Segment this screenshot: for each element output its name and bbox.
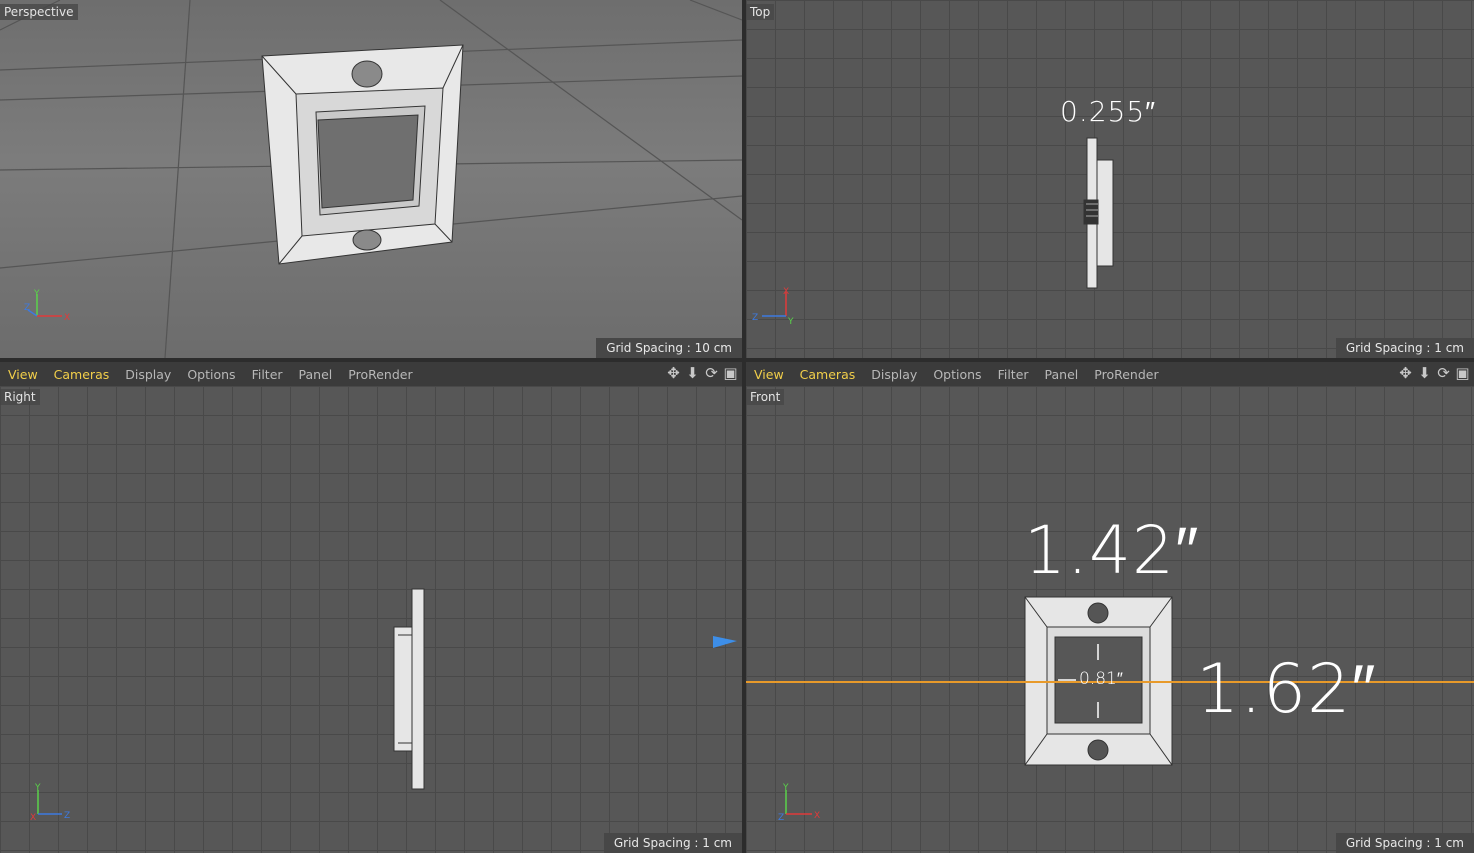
menu-panel[interactable]: Panel — [1045, 367, 1079, 382]
grid-spacing-top: Grid Spacing : 1 cm — [1335, 338, 1474, 358]
axis-z-label: Z — [752, 313, 758, 323]
menu-options[interactable]: Options — [187, 367, 235, 382]
menu-filter[interactable]: Filter — [252, 367, 283, 382]
axis-y-label: Y — [782, 783, 789, 793]
axis-x-label: X — [64, 313, 70, 323]
viewport-menubar-front: View Cameras Display Options Filter Pane… — [746, 362, 1474, 387]
frame-object-perspective — [261, 44, 464, 265]
menu-prorender[interactable]: ProRender — [348, 367, 412, 382]
top-scene — [1083, 137, 1114, 289]
rotate-icon[interactable]: ⟳ — [1436, 365, 1451, 382]
right-viewport[interactable]: Y Z X Right Grid Spacing : 1 cm — [0, 386, 742, 853]
axis-gizmo-perspective: Y X Z — [24, 289, 70, 323]
grid-spacing-perspective: Grid Spacing : 10 cm — [596, 338, 742, 358]
menu-panel[interactable]: Panel — [299, 367, 333, 382]
front-viewport-panel: View Cameras Display Options Filter Pane… — [746, 362, 1474, 853]
axis-z-label: Z — [778, 813, 784, 823]
right-viewport-panel: View Cameras Display Options Filter Pane… — [0, 362, 742, 853]
zoom-icon[interactable]: ⬇ — [685, 365, 700, 382]
menu-view[interactable]: View — [8, 367, 38, 382]
grid-spacing-front: Grid Spacing : 1 cm — [1335, 833, 1474, 853]
menu-display[interactable]: Display — [125, 367, 171, 382]
menu-cameras[interactable]: Cameras — [54, 367, 110, 382]
move-icon[interactable]: ✥ — [666, 365, 681, 382]
perspective-viewport[interactable]: Y X Z Perspective Grid Spacing : 10 cm — [0, 0, 742, 358]
rotate-icon[interactable]: ⟳ — [704, 365, 719, 382]
axis-gizmo-front: Y X Z — [778, 783, 820, 823]
frame-object-top — [1083, 137, 1114, 289]
perspective-scene — [0, 0, 742, 358]
menu-display[interactable]: Display — [871, 367, 917, 382]
axis-z-label: Z — [64, 811, 70, 821]
right-scene — [393, 588, 737, 790]
axis-y-label: Y — [33, 289, 40, 299]
viewport-label-perspective: Perspective — [0, 4, 78, 20]
zoom-icon[interactable]: ⬇ — [1417, 365, 1432, 382]
viewport-label-top: Top — [746, 4, 775, 20]
dimension-depth-label: 0.255″ — [1060, 95, 1157, 128]
viewport-menubar-right: View Cameras Display Options Filter Pane… — [0, 362, 742, 387]
menu-cameras[interactable]: Cameras — [800, 367, 856, 382]
menu-view[interactable]: View — [754, 367, 784, 382]
menu-options[interactable]: Options — [933, 367, 981, 382]
viewport-label-right: Right — [0, 389, 40, 405]
axis-x-label: X — [783, 287, 789, 297]
menu-filter[interactable]: Filter — [998, 367, 1029, 382]
axis-gizmo-top: X Z Y — [752, 287, 794, 326]
frame-object-right — [393, 588, 425, 790]
axis-y-label: Y — [34, 783, 41, 793]
grid-spacing-right: Grid Spacing : 1 cm — [603, 833, 742, 853]
viewport-label-front: Front — [746, 389, 785, 405]
dimension-height-label: 1.62″ — [1196, 650, 1377, 729]
nav-icons-front: ✥ ⬇ ⟳ ▣ — [1398, 365, 1470, 382]
camera-direction-marker — [713, 636, 737, 648]
dimension-inner-label: 0.81″ — [1079, 669, 1123, 689]
axis-y-label: Y — [787, 317, 794, 326]
maximize-icon[interactable]: ▣ — [1455, 365, 1470, 382]
menu-prorender[interactable]: ProRender — [1094, 367, 1158, 382]
maximize-icon[interactable]: ▣ — [723, 365, 738, 382]
front-viewport[interactable]: 1.42″ 1.62″ 0.81″ Y X Z Front Grid Spaci… — [746, 386, 1474, 853]
top-viewport[interactable]: 0.255″ X Z Y Top Grid Spacing : 1 cm — [746, 0, 1474, 358]
axis-gizmo-right: Y Z X — [30, 783, 70, 822]
axis-x-label: X — [30, 813, 36, 822]
axis-z-label: Z — [24, 303, 30, 313]
front-scene — [746, 596, 1474, 766]
axis-x-label: X — [814, 811, 820, 821]
dimension-width-label: 1.42″ — [1024, 512, 1200, 589]
move-icon[interactable]: ✥ — [1398, 365, 1413, 382]
nav-icons-right: ✥ ⬇ ⟳ ▣ — [666, 365, 738, 382]
